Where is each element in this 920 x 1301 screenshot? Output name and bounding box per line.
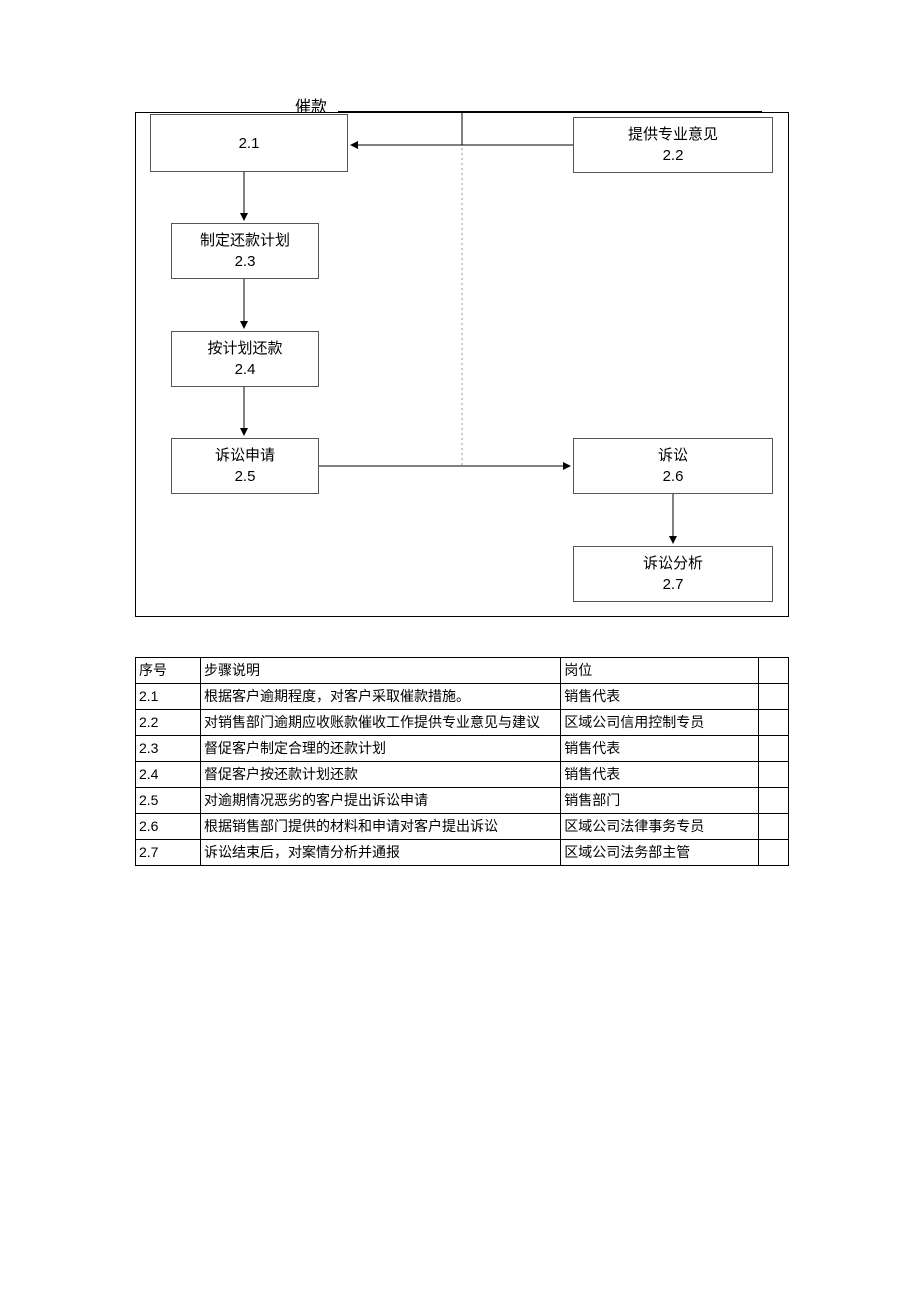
table-row: 2.5 对逾期情况恶劣的客户提出诉讼申请 销售部门 — [136, 788, 789, 814]
flownode-2-6: 诉讼 2.6 — [573, 438, 773, 494]
cell-role: 销售代表 — [561, 684, 759, 710]
table-row: 2.2 对销售部门逾期应收账款催收工作提供专业意见与建议 区域公司信用控制专员 — [136, 710, 789, 736]
cell-extra — [759, 762, 789, 788]
flowchart-container: 2.1 提供专业意见 2.2 制定还款计划 2.3 按计划还款 2.4 诉讼申请… — [135, 112, 789, 617]
cell-extra — [759, 788, 789, 814]
cell-desc: 督促客户制定合理的还款计划 — [201, 736, 561, 762]
cell-role: 区域公司法务部主管 — [561, 840, 759, 866]
flownode-2-3: 制定还款计划 2.3 — [171, 223, 319, 279]
cell-extra — [759, 840, 789, 866]
cell-seq: 2.3 — [136, 736, 201, 762]
cell-extra — [759, 736, 789, 762]
table-header-row: 序号 步骤说明 岗位 — [136, 658, 789, 684]
col-header-desc: 步骤说明 — [201, 658, 561, 684]
flownode-number: 2.6 — [663, 466, 684, 487]
flownode-label: 诉讼 — [658, 445, 688, 466]
cell-desc: 督促客户按还款计划还款 — [201, 762, 561, 788]
cell-desc: 对逾期情况恶劣的客户提出诉讼申请 — [201, 788, 561, 814]
flownode-number: 2.5 — [235, 466, 256, 487]
flownode-2-5: 诉讼申请 2.5 — [171, 438, 319, 494]
flownode-label: 制定还款计划 — [200, 230, 290, 251]
flownode-number: 2.1 — [239, 133, 260, 154]
flownode-number: 2.3 — [235, 251, 256, 272]
cell-role: 区域公司法律事务专员 — [561, 814, 759, 840]
cell-seq: 2.4 — [136, 762, 201, 788]
cell-role: 销售代表 — [561, 762, 759, 788]
cell-desc: 根据客户逾期程度，对客户采取催款措施。 — [201, 684, 561, 710]
cell-desc: 诉讼结束后，对案情分析并通报 — [201, 840, 561, 866]
cell-seq: 2.2 — [136, 710, 201, 736]
table-row: 2.1 根据客户逾期程度，对客户采取催款措施。 销售代表 — [136, 684, 789, 710]
cell-extra — [759, 814, 789, 840]
flownode-2-7: 诉讼分析 2.7 — [573, 546, 773, 602]
table-row: 2.7 诉讼结束后，对案情分析并通报 区域公司法务部主管 — [136, 840, 789, 866]
flownode-2-2: 提供专业意见 2.2 — [573, 117, 773, 173]
cell-seq: 2.7 — [136, 840, 201, 866]
flownode-label: 诉讼分析 — [643, 553, 703, 574]
flownode-2-4: 按计划还款 2.4 — [171, 331, 319, 387]
table-row: 2.6 根据销售部门提供的材料和申请对客户提出诉讼 区域公司法律事务专员 — [136, 814, 789, 840]
flownode-number: 2.7 — [663, 574, 684, 595]
cell-role: 销售部门 — [561, 788, 759, 814]
col-header-seq: 序号 — [136, 658, 201, 684]
flownode-label: 按计划还款 — [207, 338, 282, 359]
flownode-2-1: 2.1 — [150, 114, 348, 172]
cell-seq: 2.6 — [136, 814, 201, 840]
cell-role: 销售代表 — [561, 736, 759, 762]
table-row: 2.4 督促客户按还款计划还款 销售代表 — [136, 762, 789, 788]
steps-table: 序号 步骤说明 岗位 2.1 根据客户逾期程度，对客户采取催款措施。 销售代表 … — [135, 657, 789, 866]
flownode-label: 诉讼申请 — [215, 445, 275, 466]
cell-seq: 2.5 — [136, 788, 201, 814]
steps-table-container: 序号 步骤说明 岗位 2.1 根据客户逾期程度，对客户采取催款措施。 销售代表 … — [135, 657, 789, 866]
cell-desc: 对销售部门逾期应收账款催收工作提供专业意见与建议 — [201, 710, 561, 736]
cell-desc: 根据销售部门提供的材料和申请对客户提出诉讼 — [201, 814, 561, 840]
cell-seq: 2.1 — [136, 684, 201, 710]
cell-extra — [759, 710, 789, 736]
table-row: 2.3 督促客户制定合理的还款计划 销售代表 — [136, 736, 789, 762]
col-header-role: 岗位 — [561, 658, 759, 684]
flownode-number: 2.4 — [235, 359, 256, 380]
flownode-label: 提供专业意见 — [628, 124, 718, 145]
cell-extra — [759, 684, 789, 710]
cell-role: 区域公司信用控制专员 — [561, 710, 759, 736]
col-header-extra — [759, 658, 789, 684]
flownode-number: 2.2 — [663, 145, 684, 166]
